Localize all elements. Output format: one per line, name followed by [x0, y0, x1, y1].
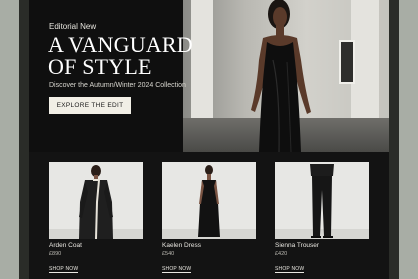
shop-now-link[interactable]: SHOP NOW: [49, 266, 79, 273]
coat-figure: [79, 165, 113, 239]
product-image[interactable]: [162, 162, 256, 239]
product-name[interactable]: Kaelen Dress: [162, 242, 256, 249]
hero-headline: A VANGUARD OF STYLE: [48, 34, 198, 78]
product-name[interactable]: Sienna Trouser: [275, 242, 369, 249]
shop-now-link[interactable]: SHOP NOW: [275, 266, 305, 273]
headline-line-1: A VANGUARD: [48, 32, 193, 57]
product-name[interactable]: Arden Coat: [49, 242, 143, 249]
explore-edit-button[interactable]: EXPLORE THE EDIT: [49, 97, 131, 114]
hero-eyebrow: Editorial New: [49, 22, 97, 31]
trouser-figure: [310, 164, 334, 238]
hero-subhead: Discover the Autumn/Winter 2024 Collecti…: [49, 82, 186, 89]
product-card[interactable]: Kaelen Dress £540 SHOP NOW: [162, 162, 256, 275]
product-image[interactable]: [275, 162, 369, 239]
hero-banner: Editorial New A VANGUARD OF STYLE Discov…: [29, 0, 389, 152]
product-image[interactable]: [49, 162, 143, 239]
product-grid: Arden Coat £890 SHOP NOW Kaelen Dress £5…: [29, 152, 389, 279]
product-card[interactable]: Arden Coat £890 SHOP NOW: [49, 162, 143, 275]
dress-figure: [198, 165, 220, 237]
model-figure: [251, 0, 311, 152]
hero-image: [183, 0, 389, 152]
storefront-screen: Editorial New A VANGUARD OF STYLE Discov…: [29, 0, 389, 279]
headline-line-2: OF STYLE: [48, 54, 152, 79]
shop-now-link[interactable]: SHOP NOW: [162, 266, 192, 273]
product-card[interactable]: Sienna Trouser £420 SHOP NOW: [275, 162, 369, 275]
